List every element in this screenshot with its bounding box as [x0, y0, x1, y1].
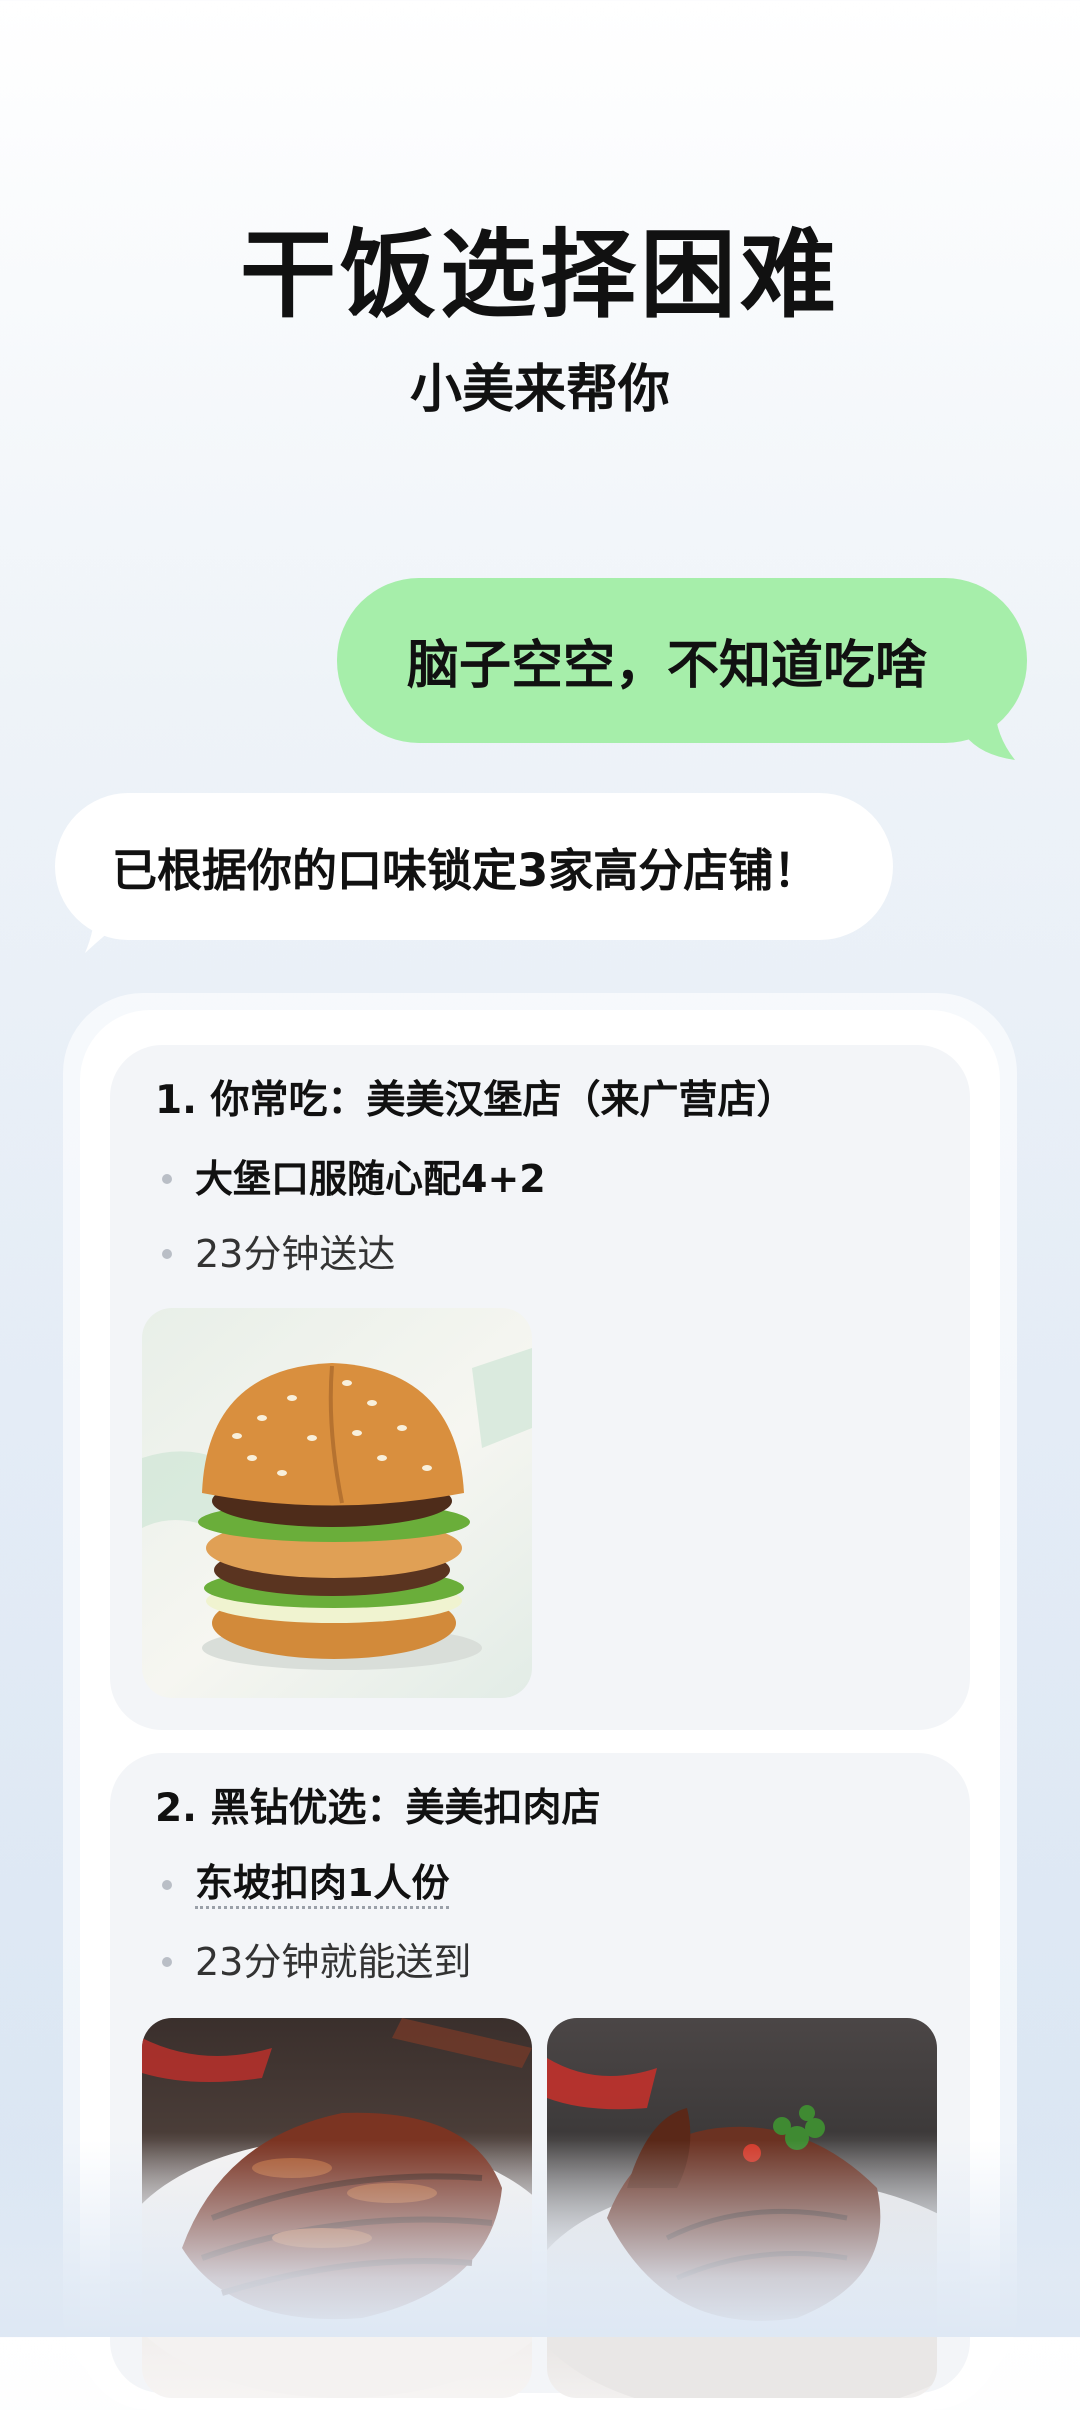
shop-card-braised-pork[interactable]: 2. 黑钻优选：美美扣肉店 东坡扣肉1人份 23分钟就能送到 — [110, 1753, 970, 2398]
assistant-bubble-tail-icon — [85, 905, 145, 953]
user-bubble-tail-icon — [955, 705, 1015, 760]
bullet-dot-icon — [162, 1174, 172, 1184]
list-item: 23分钟送达 — [162, 1227, 395, 1281]
braised-duck-icon — [547, 2058, 937, 2398]
braised-duck-photo[interactable] — [547, 2018, 937, 2398]
bullet-dot-icon — [162, 1879, 172, 1890]
assistant-chat-bubble: 已根据你的口味锁定3家高分店铺！ — [55, 793, 893, 940]
braised-pork-icon — [142, 2018, 532, 2398]
bullet-dot-icon — [162, 1957, 172, 1967]
burger-icon — [142, 1348, 532, 1670]
list-item: 23分钟就能送到 — [162, 1935, 471, 1989]
burger-photo[interactable] — [142, 1308, 532, 1698]
braised-pork-photo[interactable] — [142, 2018, 532, 2398]
list-item[interactable]: 东坡扣肉1人份 — [162, 1860, 450, 1909]
deal-name[interactable]: 大堡口服随心配4+2 — [195, 1152, 546, 1206]
deal-name[interactable]: 东坡扣肉1人份 — [195, 1860, 450, 1909]
user-chat-bubble: 脑子空空，不知道吃啥 — [337, 578, 1027, 743]
list-item[interactable]: 大堡口服随心配4+2 — [162, 1152, 546, 1206]
delivery-time: 23分钟就能送到 — [195, 1940, 472, 1984]
page-headline: 干饭选择困难 — [240, 219, 840, 331]
shop-title[interactable]: 2. 黑钻优选：美美扣肉店 — [155, 1783, 601, 1835]
shop-title[interactable]: 1. 你常吃：美美汉堡店（来广营店） — [155, 1075, 796, 1127]
bullet-dot-icon — [162, 1249, 172, 1259]
assistant-message-text: 已根据你的口味锁定3家高分店铺！ — [112, 844, 819, 897]
delivery-time: 23分钟送达 — [195, 1232, 396, 1276]
shop-card-burger[interactable]: 1. 你常吃：美美汉堡店（来广营店） 大堡口服随心配4+2 23分钟送达 — [110, 1045, 970, 1730]
page-subheadline: 小美来帮你 — [409, 360, 670, 420]
user-message-text: 脑子空空，不知道吃啥 — [407, 636, 928, 696]
